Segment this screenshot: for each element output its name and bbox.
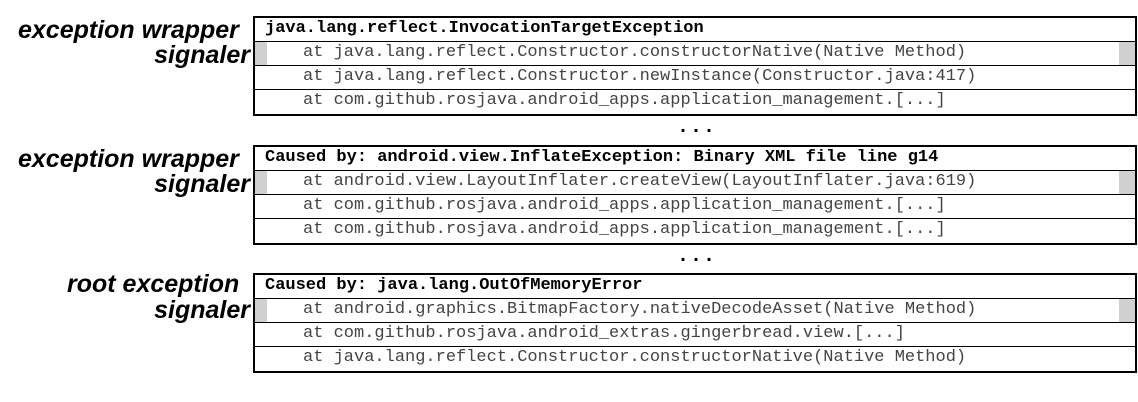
stack-frame: at java.lang.reflect.Constructor.newInst… (255, 66, 1135, 90)
label-signaler-1: signaler (154, 41, 250, 69)
stack-trace-box-3: Caused by: java.lang.OutOfMemoryError at… (253, 273, 1137, 373)
exception-header-2: Caused by: android.view.InflateException… (255, 147, 1135, 171)
stack-trace-box-1: java.lang.reflect.InvocationTargetExcept… (253, 16, 1137, 116)
stack-trace-box-2: Caused by: android.view.InflateException… (253, 145, 1137, 245)
stack-frame-signaler-3: at android.graphics.BitmapFactory.native… (255, 299, 1135, 323)
stack-frame: at com.github.rosjava.android_extras.gin… (255, 323, 1135, 347)
ellipsis-1: ... (677, 116, 717, 139)
exception-header-3: Caused by: java.lang.OutOfMemoryError (255, 275, 1135, 299)
stack-frame: at com.github.rosjava.android_apps.appli… (303, 220, 946, 239)
stack-frame-signaler-2: at android.view.LayoutInflater.createVie… (255, 171, 1135, 195)
stack-frame: at com.github.rosjava.android_apps.appli… (255, 195, 1135, 219)
label-signaler-2: signaler (154, 170, 250, 198)
ellipsis-2: ... (677, 245, 717, 268)
stack-frame-signaler-1: at java.lang.reflect.Constructor.constru… (255, 42, 1135, 66)
exception-header-1: java.lang.reflect.InvocationTargetExcept… (255, 18, 1135, 42)
label-exception-wrapper-2: exception wrapper (18, 145, 239, 173)
label-signaler-3: signaler (154, 296, 250, 324)
stack-frame: at com.github.rosjava.android_apps.appli… (303, 91, 946, 110)
label-root-exception: root exception (67, 270, 240, 298)
label-exception-wrapper-1: exception wrapper (18, 16, 239, 44)
stack-frame: at java.lang.reflect.Constructor.constru… (303, 348, 967, 367)
